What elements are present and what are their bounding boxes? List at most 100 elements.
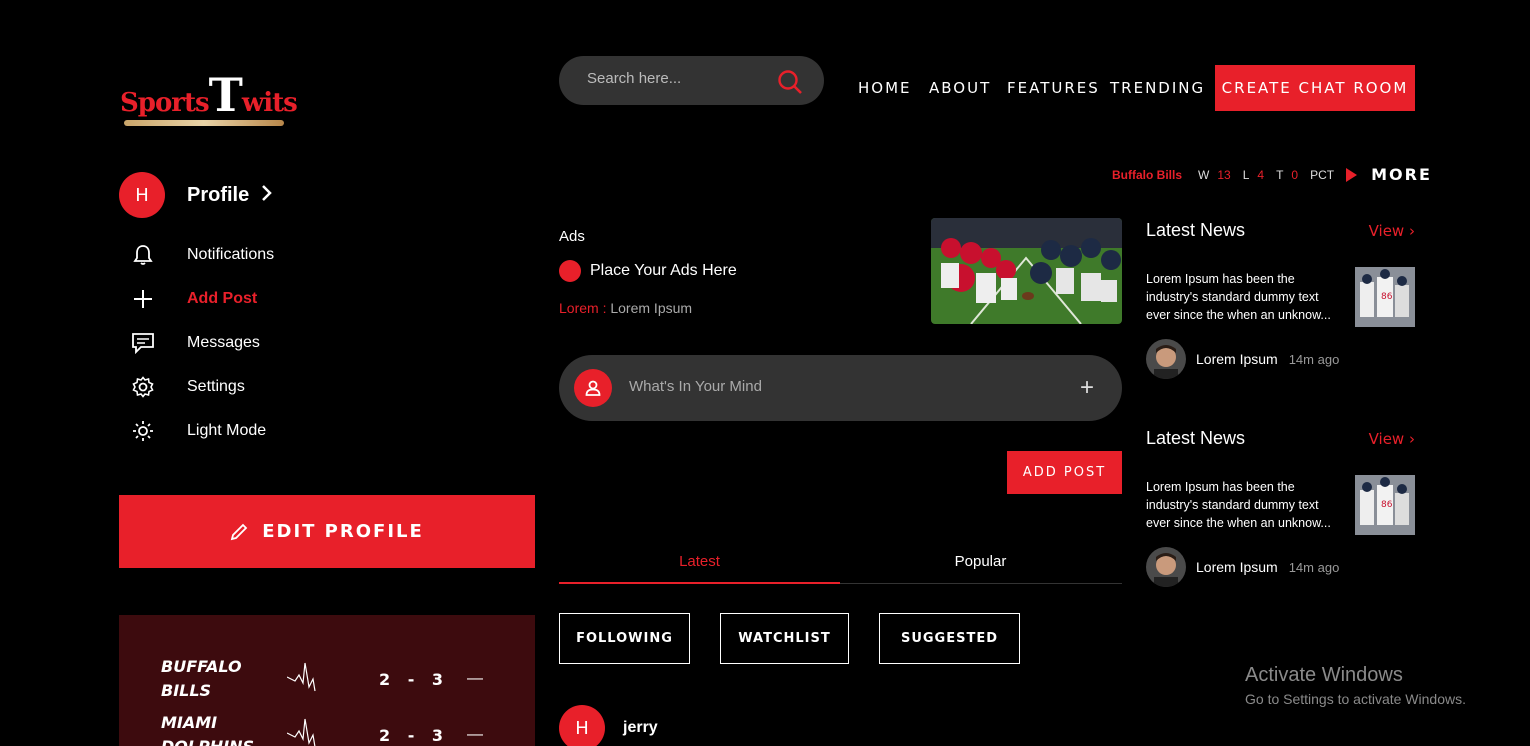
activate-windows-watermark: Activate Windows Go to Settings to activ… [1245, 664, 1466, 707]
svg-text:86: 86 [1381, 500, 1393, 510]
standings-w-label: W [1198, 167, 1210, 182]
create-chat-room-button[interactable]: CREATE CHAT ROOM [1215, 65, 1415, 111]
ads-caption: Lorem : Lorem Ipsum [559, 300, 692, 316]
gear-icon [130, 374, 156, 400]
plus-icon[interactable]: + [1080, 374, 1094, 402]
activate-windows-subtitle: Go to Settings to activate Windows. [1245, 691, 1466, 707]
team-name: MIAMI DOLPHINS [161, 713, 254, 746]
sidebar-item-add-post[interactable]: Add Post [130, 286, 257, 312]
score-row[interactable]: BUFFALO BILLS 2 - 3 — [161, 655, 501, 703]
news-view-label: View [1368, 221, 1405, 240]
score-row[interactable]: MIAMI DOLPHINS 2 - 3 — [161, 711, 501, 746]
nav-about[interactable]: ABOUT [929, 79, 991, 97]
feed-tabs: Latest Popular [559, 553, 1122, 584]
news-view-link[interactable]: View › [1369, 222, 1415, 240]
standings-t-value: 0 [1291, 167, 1299, 182]
standings-team[interactable]: Buffalo Bills [1112, 168, 1182, 182]
score-dash: — [467, 670, 483, 687]
trend-sparkline-icon [286, 713, 327, 746]
ads-placeholder[interactable]: Place Your Ads Here [559, 260, 737, 282]
chevron-right-icon [261, 184, 273, 207]
author-avatar [1146, 339, 1186, 379]
logo-text-wits: wits [241, 88, 298, 118]
sun-icon [130, 418, 156, 444]
post-time: 14m ago [1288, 559, 1340, 575]
avatar: H [559, 705, 605, 746]
news-header: Latest News View › [1146, 428, 1415, 449]
ads-football-image[interactable] [931, 218, 1122, 324]
sidebar-item-light-mode[interactable]: Light Mode [130, 418, 266, 444]
team-name: BUFFALO BILLS [161, 657, 242, 700]
standings-w-value: 13 [1217, 167, 1231, 182]
sidebar-item-notifications[interactable]: Notifications [130, 242, 274, 268]
post-item[interactable]: H jerry [559, 705, 658, 746]
search-input[interactable] [587, 70, 777, 87]
sportstwits-logo[interactable]: SportsTwits [120, 68, 298, 132]
logo-text-sports: Sports [120, 88, 210, 118]
news-thumbnail[interactable]: 86 [1355, 267, 1415, 327]
ads-caption-label: Lorem : [559, 300, 607, 316]
filter-suggested-button[interactable]: SUGGESTED [879, 613, 1020, 664]
score-dash: — [467, 726, 483, 743]
sidebar-item-label: Settings [187, 378, 245, 395]
ads-caption-value: Lorem Ipsum [610, 300, 693, 316]
edit-profile-button[interactable]: EDIT PROFILE [119, 495, 535, 568]
post-composer: + [559, 355, 1122, 421]
news-excerpt[interactable]: Lorem Ipsum has been the industry's stan… [1146, 478, 1344, 532]
search-bar [559, 56, 824, 105]
standings-l-label: L [1242, 167, 1250, 182]
more-link[interactable]: MORE [1371, 165, 1432, 184]
post-input[interactable] [629, 378, 1049, 395]
add-post-button[interactable]: ADD POST [1007, 451, 1122, 494]
profile-avatar: H [119, 172, 165, 218]
news-thumbnail[interactable]: 86 [1355, 475, 1415, 535]
search-icon[interactable] [777, 69, 803, 95]
plus-icon [130, 286, 156, 312]
news-excerpt[interactable]: Lorem Ipsum has been the industry's stan… [1146, 270, 1344, 324]
author-avatar [1146, 547, 1186, 587]
sidebar-item-label: Notifications [187, 246, 275, 263]
activate-windows-title: Activate Windows [1245, 664, 1403, 686]
profile-link[interactable]: H Profile [119, 172, 273, 218]
standings-strip: Buffalo Bills W 13 L 4 T 0 PCT MORE [1112, 165, 1432, 184]
sidebar-item-label: Add Post [187, 290, 258, 307]
filter-following-button[interactable]: FOLLOWING [559, 613, 690, 664]
chevron-right-icon: › [1409, 221, 1415, 240]
news-view-link[interactable]: View › [1369, 430, 1415, 448]
nav-home[interactable]: HOME [858, 79, 912, 97]
standings-t-label: T [1276, 167, 1284, 182]
nav-trending[interactable]: TRENDING [1110, 79, 1205, 97]
post-time: 14m ago [1288, 351, 1340, 367]
bell-icon [130, 242, 156, 268]
trend-sparkline-icon [286, 657, 327, 702]
author-name: Lorem Ipsum [1196, 559, 1278, 575]
news-view-label: View [1368, 429, 1405, 448]
score-value: 2 - 3 [379, 669, 450, 689]
standings-l-value: 4 [1257, 167, 1265, 182]
news-header: Latest News View › [1146, 220, 1415, 241]
news-author[interactable]: Lorem Ipsum 14m ago [1146, 339, 1339, 379]
edit-profile-label: EDIT PROFILE [262, 521, 424, 542]
post-username: jerry [623, 719, 658, 736]
sidebar-item-label: Light Mode [187, 422, 267, 439]
tab-latest[interactable]: Latest [559, 553, 840, 584]
sidebar-item-settings[interactable]: Settings [130, 374, 245, 400]
message-icon [130, 330, 156, 356]
logo-text-t: T [208, 68, 243, 122]
ads-title: Ads [559, 228, 585, 245]
sidebar-item-label: Messages [187, 334, 260, 351]
ads-placeholder-label: Place Your Ads Here [590, 262, 737, 279]
news-title: Latest News [1146, 220, 1246, 240]
user-icon [574, 369, 612, 407]
play-icon[interactable] [1346, 167, 1358, 182]
nav-features[interactable]: FEATURES [1007, 79, 1100, 97]
svg-text:86: 86 [1381, 292, 1393, 302]
score-value: 2 - 3 [379, 725, 450, 745]
sidebar-item-messages[interactable]: Messages [130, 330, 260, 356]
filter-watchlist-button[interactable]: WATCHLIST [720, 613, 849, 664]
tab-popular[interactable]: Popular [840, 553, 1121, 584]
news-author[interactable]: Lorem Ipsum 14m ago [1146, 547, 1339, 587]
pencil-icon [230, 523, 248, 541]
news-title: Latest News [1146, 428, 1246, 448]
profile-label: Profile [187, 183, 250, 206]
